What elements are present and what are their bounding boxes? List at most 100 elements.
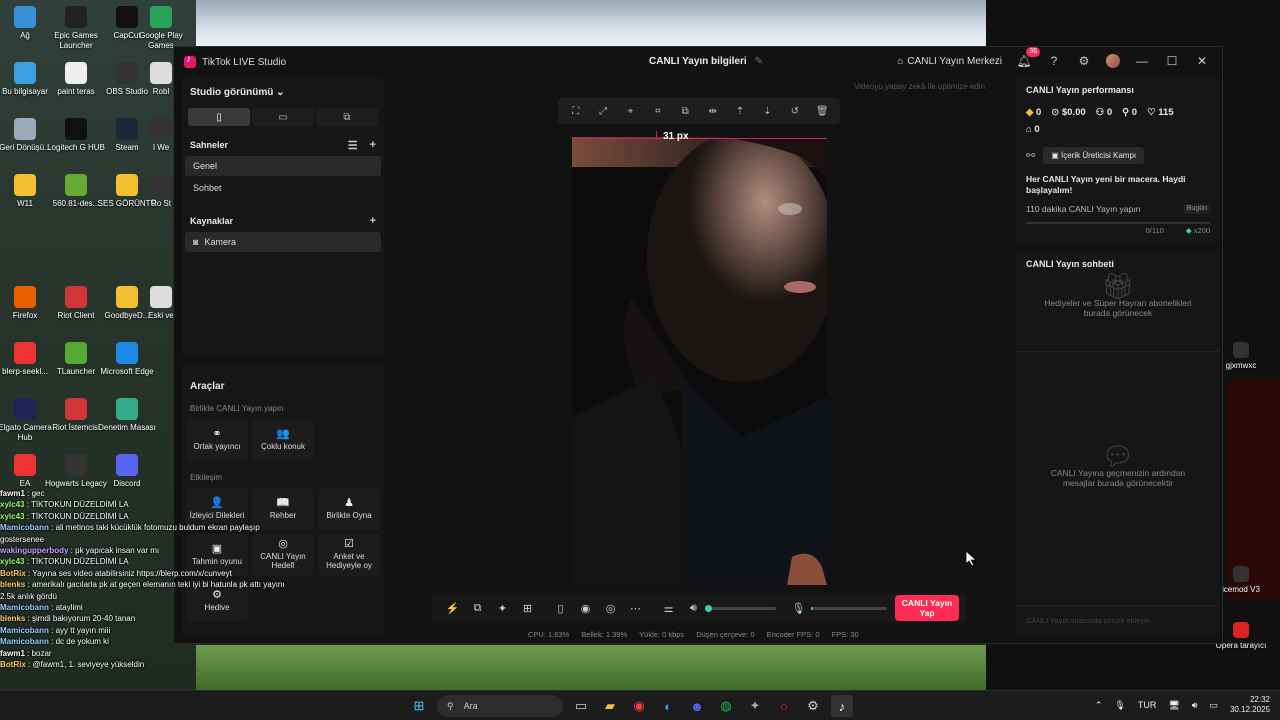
- optimize-hint[interactable]: Videoyu yapay zekâ ile optimize edin: [854, 82, 985, 91]
- volume-slider[interactable]: [705, 604, 776, 612]
- fit-icon[interactable]: ⤢: [594, 106, 612, 117]
- tool-button[interactable]: ♟ Birlikte Oyna: [318, 488, 380, 530]
- chat-text: : pk yapıcak insan var mı: [68, 546, 160, 556]
- flip-icon[interactable]: ⇹: [704, 106, 722, 117]
- desktop-icon[interactable]: Google Play Games: [136, 6, 186, 51]
- tiktok-logo-icon: [184, 54, 196, 68]
- app-icon: [14, 62, 36, 84]
- app-icon: [116, 286, 138, 308]
- copy-icon[interactable]: ⧉: [676, 106, 694, 117]
- today-badge: Bugün: [1183, 204, 1210, 214]
- mic-slider[interactable]: [811, 606, 887, 610]
- desktop-icon[interactable]: Denetim Masası: [95, 398, 159, 433]
- layer-up-icon[interactable]: ⇡: [731, 106, 749, 117]
- steam-icon[interactable]: ⚙: [802, 695, 824, 717]
- live-info-title[interactable]: CANLI Yayın bilgileri ✎: [649, 56, 763, 67]
- ai-effect-icon[interactable]: ✦: [490, 602, 515, 615]
- settings-sliders-icon[interactable]: ⚌: [656, 602, 681, 615]
- language-indicator[interactable]: TUR: [1138, 700, 1157, 710]
- minimize-icon[interactable]: —: [1134, 53, 1150, 69]
- microphone-icon[interactable]: 🎙︎: [786, 602, 811, 615]
- go-live-button[interactable]: CANLI Yayın Yap: [895, 595, 959, 621]
- screen-add-icon[interactable]: ⧉: [465, 602, 490, 615]
- chevron-up-icon[interactable]: ⌃: [1095, 700, 1103, 711]
- memory-stat: Bellek: 1.39%: [581, 630, 628, 639]
- battery-icon[interactable]: ▭: [1209, 700, 1218, 711]
- tool-button[interactable]: ⚭ Ortak yayıncı: [186, 419, 248, 461]
- gifts-row: ⌂ 0: [1026, 124, 1210, 135]
- title-bar[interactable]: TikTok LIVE Studio CANLI Yayın bilgileri…: [174, 47, 1222, 77]
- close-icon[interactable]: ✕: [1194, 53, 1210, 69]
- maximize-icon[interactable]: ☐: [1164, 53, 1180, 69]
- scene-item-genel[interactable]: Genel: [185, 156, 381, 176]
- gift-icon: ⌂: [1026, 124, 1032, 135]
- desktop-icon[interactable]: Microsoft Edge: [95, 342, 159, 377]
- undo-icon[interactable]: ↺: [786, 106, 804, 117]
- crop-icon[interactable]: ⌗: [649, 106, 667, 117]
- tool-button[interactable]: 👥 Çoklu konuk: [252, 419, 314, 461]
- help-icon[interactable]: ?: [1046, 53, 1062, 69]
- gear-icon[interactable]: ⚙: [1076, 53, 1092, 69]
- file-explorer-icon[interactable]: ▰: [599, 695, 621, 717]
- source-item-camera[interactable]: ◙ Kamera: [185, 232, 381, 252]
- chat-username: Mamicobann: [0, 625, 49, 635]
- magic-wand-icon[interactable]: ⚡: [440, 602, 465, 615]
- scene-item-sohbet[interactable]: Sohbet: [185, 178, 381, 198]
- task-view-icon[interactable]: ▭: [570, 695, 592, 717]
- windows-start-icon[interactable]: ⊞: [408, 695, 430, 717]
- replay-icon[interactable]: ◎: [598, 602, 623, 615]
- edge-icon[interactable]: ◐: [657, 695, 679, 717]
- phone-icon[interactable]: ▯: [548, 602, 573, 615]
- chat-message: fawm1 : gec: [0, 488, 300, 499]
- creator-camp-button[interactable]: ▣ İçerik Üreticisi Kampı: [1043, 147, 1145, 164]
- tiktok-live-taskbar-icon[interactable]: ♪: [831, 695, 853, 717]
- landscape-button[interactable]: ▭: [252, 108, 314, 126]
- clock[interactable]: 22:32 30.12.2025: [1230, 695, 1270, 715]
- camera-preview[interactable]: [572, 137, 827, 585]
- chat-username: BotRix: [0, 568, 26, 578]
- mission-row[interactable]: 110 dakika CANLI Yayın yapın Bugün: [1026, 204, 1210, 214]
- guide-line: [572, 138, 827, 139]
- record-icon[interactable]: ◉: [573, 602, 598, 615]
- heart-icon: ♡: [1147, 107, 1156, 118]
- mic-tray-icon[interactable]: 🎙︎: [1114, 700, 1125, 711]
- notification-button[interactable]: 🔔︎ 36: [1016, 47, 1040, 69]
- avatar[interactable]: [1106, 54, 1120, 68]
- edit-icon[interactable]: ✎: [755, 56, 763, 67]
- fullscreen-icon[interactable]: ⛶: [567, 106, 585, 117]
- chrome-icon[interactable]: ◉: [628, 695, 650, 717]
- app-icon[interactable]: ✦: [744, 695, 766, 717]
- app-icon: [1233, 342, 1249, 358]
- studio-view-dropdown[interactable]: Studio görünümü ⌄: [182, 77, 384, 104]
- dual-layout-button[interactable]: ⧉: [316, 108, 378, 126]
- trash-icon[interactable]: 🗑︎: [813, 106, 831, 117]
- desktop-icon[interactable]: Discord: [95, 454, 159, 489]
- network-icon[interactable]: 🖥︎: [1168, 700, 1179, 711]
- chat-text: : ayy tt yayın miii: [48, 625, 111, 635]
- app-icon: [150, 6, 172, 28]
- opera-icon[interactable]: ○: [773, 695, 795, 717]
- discord-icon[interactable]: ☻: [686, 695, 708, 717]
- speaker-icon[interactable]: 🔊︎: [681, 602, 706, 615]
- tool-button[interactable]: ☑ Anket ve Hediyeyle oy: [318, 534, 380, 576]
- creator-icon: ⚯: [1026, 150, 1036, 162]
- add-scene-icon[interactable]: +: [370, 139, 376, 152]
- add-source-icon[interactable]: +: [370, 215, 376, 227]
- app-icon: [14, 342, 36, 364]
- search-placeholder: Ara: [463, 701, 478, 711]
- volume-knob[interactable]: [705, 604, 713, 612]
- chat-message: fawm1 : bozar: [0, 648, 300, 659]
- center-icon[interactable]: ⌖: [621, 106, 639, 117]
- layout-icon[interactable]: ⊞: [515, 602, 540, 615]
- portrait-button[interactable]: ▯: [188, 108, 250, 126]
- search-box[interactable]: ⚲ Ara: [437, 695, 563, 717]
- list-icon[interactable]: ☰: [348, 139, 358, 152]
- followers-stat: ⚲ 0: [1122, 107, 1137, 118]
- layer-down-icon[interactable]: ⇣: [758, 106, 776, 117]
- spotify-icon[interactable]: ◍: [715, 695, 737, 717]
- chat-username: fawm1: [0, 648, 25, 658]
- volume-tray-icon[interactable]: 🔊︎: [1192, 700, 1198, 711]
- more-icon[interactable]: ⋯: [623, 602, 648, 615]
- live-center-button[interactable]: ⌂ CANLI Yayın Merkezi: [897, 56, 1002, 67]
- chat-input[interactable]: CANLI Yayın sırasında yorum ekleyin: [1016, 605, 1220, 635]
